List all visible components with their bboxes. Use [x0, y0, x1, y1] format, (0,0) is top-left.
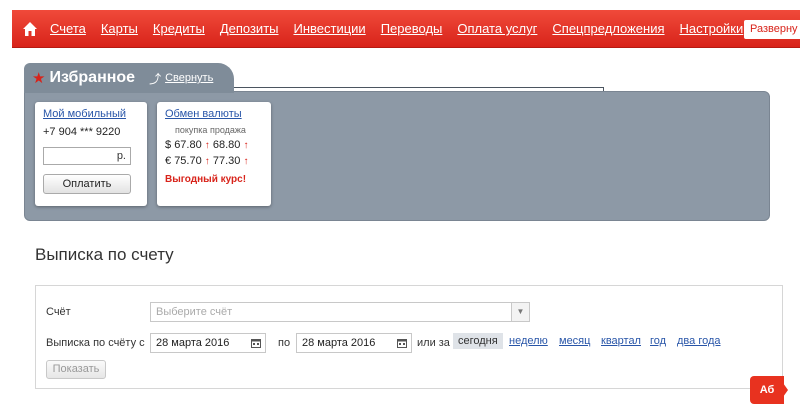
expand-button[interactable]: Разверну: [744, 20, 800, 39]
fx-header: покупка продажа: [165, 125, 263, 135]
to-date-input[interactable]: 28 марта 2016: [296, 333, 412, 353]
collapse-link[interactable]: Свернуть: [165, 72, 213, 84]
fx-buy: 75.70: [174, 155, 202, 167]
period-month[interactable]: месяц: [559, 335, 590, 347]
nav-special-offers[interactable]: Спецпредложения: [552, 21, 664, 36]
period-quarter[interactable]: квартал: [601, 335, 641, 347]
page-title: Выписка по счету: [35, 245, 174, 264]
period-today[interactable]: сегодня: [453, 333, 503, 349]
fx-row-eur: € 75.70 ↑ 77.30 ↑: [165, 155, 263, 167]
account-label: Счёт: [46, 306, 71, 318]
fx-sell: 68.80: [212, 139, 241, 151]
currency-suffix: р.: [116, 150, 126, 162]
from-date-value: 28 марта 2016: [156, 337, 230, 349]
nav-accounts[interactable]: Счета: [50, 21, 86, 36]
calendar-icon[interactable]: [251, 338, 261, 348]
phone-number: +7 904 *** 9220: [43, 126, 121, 138]
fx-sell-label: продажа: [209, 125, 246, 135]
fx-symbol: €: [165, 155, 172, 167]
pay-button[interactable]: Оплатить: [43, 174, 131, 194]
to-date-value: 28 марта 2016: [302, 337, 376, 349]
show-button[interactable]: Показать: [46, 360, 106, 379]
account-select[interactable]: Выберите счёт ▼: [150, 302, 530, 322]
from-label: Выписка по счёту с: [46, 337, 145, 349]
collapse-icon[interactable]: ⤴: [149, 70, 161, 87]
period-label: или за: [417, 337, 450, 349]
arrow-up-icon: ↑: [204, 140, 210, 151]
nav-payments[interactable]: Оплата услуг: [457, 21, 537, 36]
arrow-up-icon: ↑: [204, 156, 210, 167]
nav-settings[interactable]: Настройки: [680, 21, 744, 36]
chevron-down-icon[interactable]: ▼: [511, 303, 529, 321]
arrow-up-icon: ↑: [243, 140, 249, 151]
fx-buy-label: покупка: [175, 125, 208, 135]
home-icon[interactable]: [22, 21, 38, 37]
star-icon: ★: [32, 70, 46, 87]
to-label: по: [278, 337, 291, 349]
arrow-up-icon: ↑: [243, 156, 249, 167]
calendar-icon[interactable]: [397, 338, 407, 348]
favorites-title: Избранное: [49, 69, 136, 86]
statement-form: Счёт Выберите счёт ▼ Выписка по счёту с …: [35, 285, 783, 389]
period-two-years[interactable]: два года: [677, 335, 721, 347]
mobile-widget: Мой мобильный +7 904 *** 9220 р. Оплатит…: [35, 102, 147, 206]
account-placeholder: Выберите счёт: [156, 306, 233, 318]
favorites-panel: Мой мобильный +7 904 *** 9220 р. Оплатит…: [24, 91, 770, 221]
nav-loans[interactable]: Кредиты: [153, 21, 205, 36]
fx-buy: 67.80: [174, 139, 202, 151]
nav-cards[interactable]: Карты: [101, 21, 138, 36]
mobile-widget-title[interactable]: Мой мобильный: [43, 108, 139, 120]
currency-exchange-widget: Обмен валюты покупка продажа $ 67.80 ↑ 6…: [157, 102, 271, 206]
top-navigation: Счета Карты Кредиты Депозиты Инвестиции …: [12, 10, 800, 48]
favorites-section: Мой мобильный +7 904 *** 9220 р. Оплатит…: [24, 63, 770, 221]
period-year[interactable]: год: [650, 335, 666, 347]
fx-sell: 77.30: [212, 155, 241, 167]
fx-symbol: $: [165, 139, 172, 151]
favorites-tab: ★ Избранное ⤴ Свернуть: [24, 63, 234, 93]
period-week[interactable]: неделю: [509, 335, 548, 347]
nav-transfers[interactable]: Переводы: [381, 21, 443, 36]
nav-investments[interactable]: Инвестиции: [294, 21, 366, 36]
fx-promo: Выгодный курс!: [165, 174, 247, 185]
logo-chevron: [778, 376, 788, 404]
amount-input[interactable]: р.: [43, 147, 131, 165]
nav-deposits[interactable]: Депозиты: [220, 21, 279, 36]
from-date-input[interactable]: 28 марта 2016: [150, 333, 266, 353]
currency-exchange-title[interactable]: Обмен валюты: [165, 108, 263, 120]
fx-row-usd: $ 67.80 ↑ 68.80 ↑: [165, 139, 263, 151]
